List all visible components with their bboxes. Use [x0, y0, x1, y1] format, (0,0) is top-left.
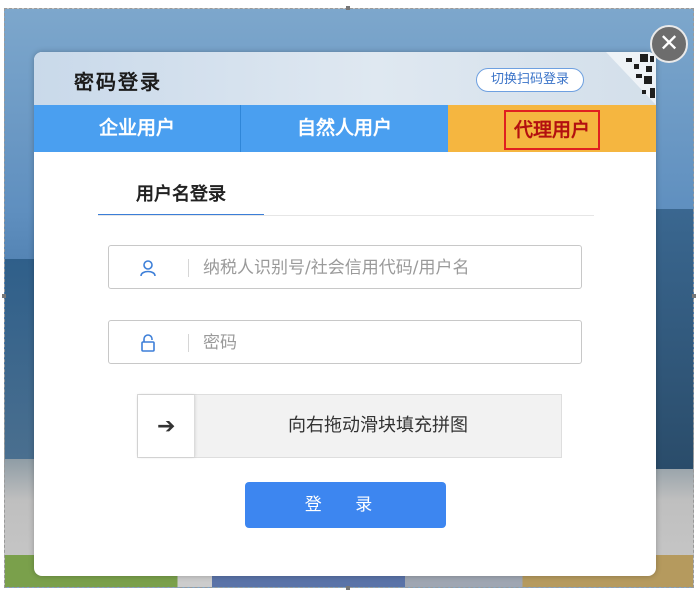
user-icon: [140, 260, 156, 277]
login-button[interactable]: 登 录: [245, 482, 446, 528]
user-type-tabs: 企业用户 自然人用户 代理用户: [34, 105, 656, 152]
close-button[interactable]: ✕: [650, 25, 688, 63]
login-dialog: 密码登录 切换扫码登录 企业用户 自然人用户 代理用户 用户名登录 纳税人识别号…: [34, 52, 656, 576]
tab-agent-user[interactable]: 代理用户: [448, 105, 656, 152]
tab-enterprise-user[interactable]: 企业用户: [34, 105, 241, 152]
slider-instruction: 向右拖动滑块填充拼图: [288, 415, 468, 436]
username-field[interactable]: [108, 245, 582, 289]
slider-handle[interactable]: ➔: [138, 395, 195, 457]
resize-handle: [346, 6, 350, 10]
arrow-right-icon: ➔: [157, 414, 176, 439]
resize-handle: [2, 294, 6, 298]
slider-captcha: ➔ 向右拖动滑块填充拼图: [137, 394, 562, 458]
tab-username-login[interactable]: 用户名登录: [98, 180, 264, 216]
qr-code-icon[interactable]: [606, 52, 656, 105]
resize-handle: [692, 294, 696, 298]
dialog-header: 密码登录 切换扫码登录: [34, 52, 656, 105]
tab-agent-user-label: 代理用户: [503, 110, 600, 150]
close-icon: ✕: [658, 29, 680, 57]
subtab-divider: [98, 215, 594, 216]
lock-icon: [141, 334, 155, 352]
switch-qr-login-button[interactable]: 切换扫码登录: [476, 68, 585, 92]
field-separator: [188, 334, 189, 352]
tab-natural-person-user[interactable]: 自然人用户: [241, 105, 448, 152]
password-field[interactable]: [108, 320, 582, 364]
dialog-title: 密码登录: [74, 70, 162, 94]
username-input[interactable]: [201, 252, 565, 284]
password-input[interactable]: [201, 327, 565, 359]
resize-handle: [346, 586, 350, 590]
field-separator: [188, 259, 189, 277]
